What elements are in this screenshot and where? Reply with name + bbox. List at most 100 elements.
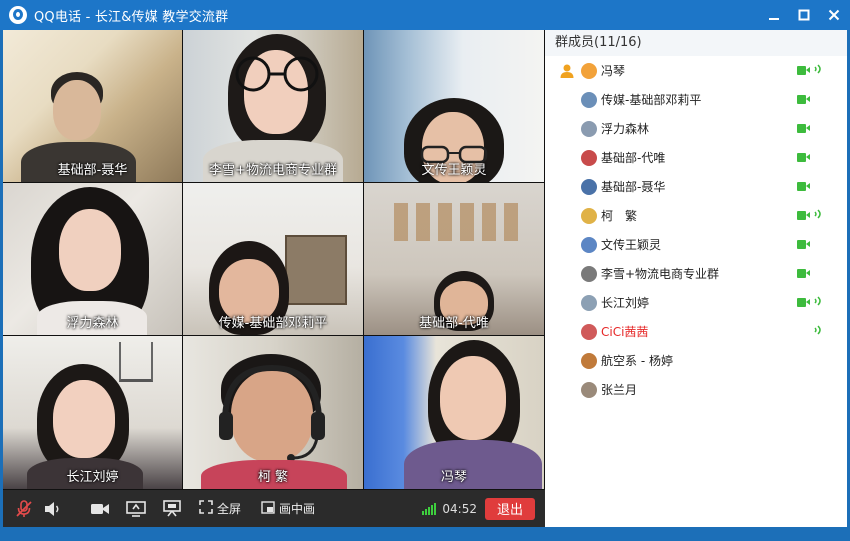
member-status xyxy=(797,208,823,223)
member-row[interactable]: 李雪+物流电商专业群 xyxy=(545,259,847,288)
member-status xyxy=(797,92,823,107)
video-tile[interactable]: 长江刘婷 xyxy=(3,336,183,490)
speaker-icon[interactable] xyxy=(39,501,67,517)
participant-name: 基础部-聂华 xyxy=(57,163,128,178)
member-status xyxy=(797,63,823,78)
member-row[interactable]: 浮力森林 xyxy=(545,114,847,143)
chandelier xyxy=(119,342,153,382)
fullscreen-label: 全屏 xyxy=(217,502,242,516)
host-icon xyxy=(559,63,575,79)
member-status xyxy=(797,150,823,165)
member-row[interactable]: 张兰月 xyxy=(545,375,847,404)
video-tile[interactable]: 冯琴 xyxy=(364,336,545,490)
maximize-icon[interactable] xyxy=(796,7,812,23)
participant-name: 基础部-代唯 xyxy=(419,316,489,331)
member-name: 张兰月 xyxy=(601,383,638,397)
video-tile[interactable]: 基础部-代唯 xyxy=(364,183,545,336)
member-avatar xyxy=(581,207,597,224)
member-name: 航空系 - 杨婷 xyxy=(601,354,673,368)
call-duration: 04:52 xyxy=(442,501,477,516)
camera-on-icon xyxy=(797,95,810,104)
member-row[interactable]: 基础部-代唯 xyxy=(545,143,847,172)
pip-button[interactable]: 画中画 xyxy=(261,500,315,517)
pip-label: 画中画 xyxy=(279,502,316,516)
member-row[interactable]: 柯 繁 xyxy=(545,201,847,230)
speaking-icon xyxy=(813,63,823,78)
video-tile[interactable]: 文传王颖灵 xyxy=(364,30,545,183)
member-count-header: 群成员(11/16) xyxy=(545,30,847,56)
speaking-icon xyxy=(813,208,823,223)
window-bottom-border xyxy=(0,527,850,541)
member-status xyxy=(797,237,823,252)
member-row[interactable]: 传媒-基础部邓莉平 xyxy=(545,85,847,114)
member-name: 冯琴 xyxy=(601,64,626,78)
speaking-icon xyxy=(813,295,823,310)
participant-name: 传媒-基础部邓莉平 xyxy=(218,316,328,331)
camera-icon[interactable] xyxy=(85,502,115,516)
member-status xyxy=(813,353,823,368)
video-area: 基础部-聂华 李雪+物流电商专业群 文传王颖灵 浮力森林 传媒-基础部邓莉平 基… xyxy=(3,30,545,490)
mic-muted-icon[interactable] xyxy=(9,499,39,518)
fullscreen-button[interactable]: 全屏 xyxy=(199,500,241,517)
member-status xyxy=(797,121,823,136)
participant-face xyxy=(53,80,101,140)
participant-name: 浮力森林 xyxy=(66,316,119,331)
member-name: 基础部-聂华 xyxy=(601,180,666,194)
member-avatar xyxy=(581,120,597,137)
member-avatar xyxy=(581,178,597,195)
video-tile[interactable]: 基础部-聂华 xyxy=(3,30,183,183)
picture-in-picture-icon xyxy=(261,500,275,517)
participant-face xyxy=(59,209,121,291)
participant-face xyxy=(440,356,506,440)
camera-on-icon xyxy=(797,240,810,249)
camera-on-icon xyxy=(797,153,810,162)
member-avatar xyxy=(581,91,597,108)
camera-on-icon xyxy=(797,124,810,133)
member-row[interactable]: CiCi茜茜 xyxy=(545,317,847,346)
cat-glasses-filter-icon xyxy=(229,56,325,94)
video-grid: 基础部-聂华 李雪+物流电商专业群 文传王颖灵 浮力森林 传媒-基础部邓莉平 基… xyxy=(3,30,545,490)
video-tile[interactable]: 传媒-基础部邓莉平 xyxy=(183,183,364,336)
member-name: 李雪+物流电商专业群 xyxy=(601,267,720,281)
minimize-icon[interactable] xyxy=(766,7,782,23)
member-avatar xyxy=(581,236,597,253)
member-status xyxy=(797,295,823,310)
close-icon[interactable] xyxy=(826,7,842,23)
member-avatar xyxy=(581,352,597,369)
member-name: 柯 繁 xyxy=(601,209,638,223)
member-list: 冯琴传媒-基础部邓莉平 浮力森林基础部-代唯基础部-聂华柯 繁文传王颖灵李雪+物流… xyxy=(545,56,847,404)
video-tile[interactable]: 柯 繁 xyxy=(183,336,364,490)
member-panel: 群成员(11/16) 冯琴传媒-基础部邓莉平 浮力森林基础部-代唯基础部-聂华柯 … xyxy=(545,30,847,527)
participant-name: 李雪+物流电商专业群 xyxy=(209,163,337,178)
wall-photos xyxy=(394,203,524,241)
screen-share-icon[interactable] xyxy=(121,500,151,517)
member-status xyxy=(797,179,823,194)
member-avatar xyxy=(581,381,597,398)
member-name: 传媒-基础部邓莉平 xyxy=(601,93,702,107)
camera-on-icon xyxy=(797,211,810,220)
presentation-icon[interactable] xyxy=(157,500,187,517)
window-controls xyxy=(766,0,842,30)
member-row[interactable]: 航空系 - 杨婷 xyxy=(545,346,847,375)
video-tile[interactable]: 浮力森林 xyxy=(3,183,183,336)
member-avatar xyxy=(581,149,597,166)
member-avatar xyxy=(581,294,597,311)
member-name: 浮力森林 xyxy=(601,122,650,136)
member-name: 文传王颖灵 xyxy=(601,238,662,252)
participant-face xyxy=(53,380,115,458)
call-toolbar: 全屏 画中画 04:52 退出 xyxy=(3,490,545,527)
member-row[interactable]: 文传王颖灵 xyxy=(545,230,847,259)
participant-name: 长江刘婷 xyxy=(66,470,119,485)
member-avatar xyxy=(581,265,597,282)
member-row[interactable]: 长江刘婷 xyxy=(545,288,847,317)
camera-on-icon xyxy=(797,298,810,307)
camera-on-icon xyxy=(797,269,810,278)
window-title: QQ电话 - 长江&传媒 教学交流群 xyxy=(34,9,229,25)
bookshelf xyxy=(285,235,347,305)
member-row[interactable]: 冯琴 xyxy=(545,56,847,85)
speaking-icon xyxy=(813,324,823,339)
member-name: 长江刘婷 xyxy=(601,296,650,310)
exit-button[interactable]: 退出 xyxy=(485,497,535,520)
video-tile[interactable]: 李雪+物流电商专业群 xyxy=(183,30,364,183)
member-row[interactable]: 基础部-聂华 xyxy=(545,172,847,201)
